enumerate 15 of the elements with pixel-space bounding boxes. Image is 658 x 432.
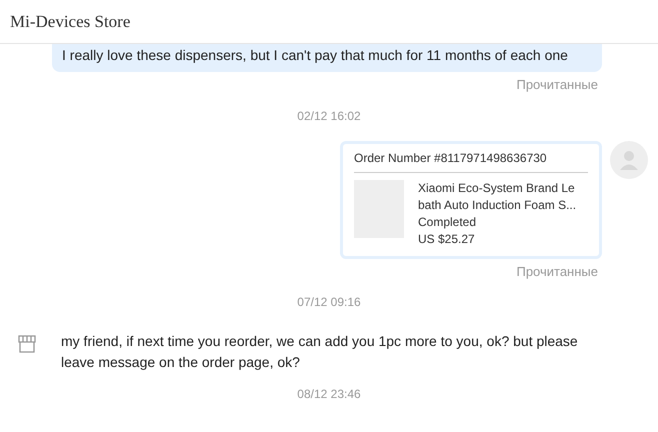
read-status: Прочитанные: [516, 262, 598, 281]
timestamp: 07/12 09:16: [297, 294, 361, 311]
store-title: Mi-Devices Store: [10, 10, 130, 33]
order-card[interactable]: Order Number #8117971498636730 Xiaomi Eco-System Brand Le bath Auto Induction Foam S... Completed US $25.27: [340, 140, 602, 258]
order-number: Order Number #8117971498636730: [354, 148, 588, 172]
order-price: US $25.27: [418, 230, 476, 248]
message-bubble: I really love these dispensers, but I can't pay that much for 11 months of each one: [52, 44, 602, 72]
storefront-icon: [17, 334, 37, 354]
product-name: Xiaomi Eco-System Brand Le bath Auto Induction Foam S...: [418, 180, 578, 214]
read-status: Прочитанные: [516, 76, 598, 94]
message-text: my friend, if next time you reorder, we can add you 1pc more to you, ok? but please leave message on the order page, ok?: [61, 332, 579, 372]
timestamp: 02/12 16:02: [297, 108, 361, 124]
order-status: Completed: [418, 214, 478, 230]
timestamp: 08/12 23:46: [297, 386, 361, 403]
avatar-icon: [610, 140, 648, 178]
